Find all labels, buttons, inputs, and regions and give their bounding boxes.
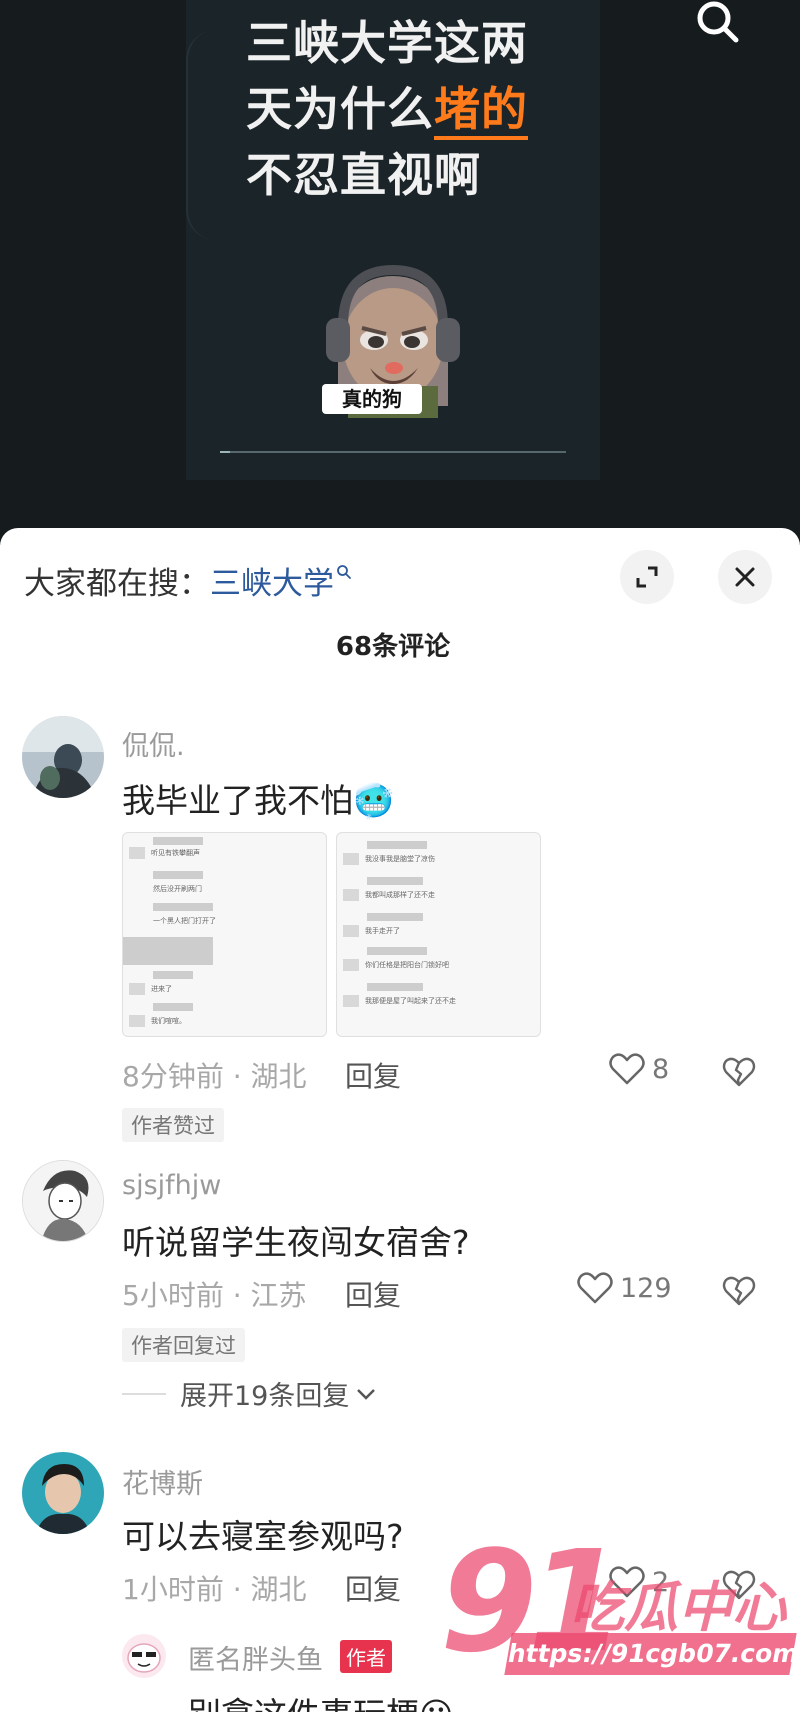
video-title: 三峡大学这两 天为什么堵的 不忍直视啊 <box>246 10 576 208</box>
like-count: 129 <box>620 1272 672 1304</box>
shot2-line5: 我那便是屋了叫起来了还不走 <box>365 997 456 1005</box>
shot1-line2: 然后没开刷两门 <box>153 885 202 893</box>
broken-heart-icon[interactable] <box>722 1056 756 1088</box>
comment-username[interactable]: 侃侃. <box>122 724 185 763</box>
comment-time-location: 5小时前 · 江苏 <box>122 1279 307 1312</box>
comment-time-location: 8分钟前 · 湖北 <box>122 1060 307 1093</box>
shot2-line4: 你们任格是把阳台门锁好吧 <box>365 961 449 969</box>
search-icon <box>697 1 739 43</box>
search-icon <box>337 564 351 579</box>
trending-prefix: 大家都在搜： <box>24 566 210 602</box>
expand-replies-label: 展开19条回复 <box>180 1381 350 1412</box>
author-replied-tag: 作者回复过 <box>122 1328 245 1362</box>
video-title-line2: 天为什么堵的 <box>246 76 576 142</box>
watermark-url: https://91cgb07.com <box>504 1633 800 1675</box>
reply-button[interactable]: 回复 <box>345 1568 401 1608</box>
chevron-down-icon <box>357 1388 376 1400</box>
video-decoration <box>186 30 246 240</box>
comment-count: 68条评论 <box>335 632 451 662</box>
reply-body: 别拿这件事玩梗 <box>188 1695 419 1712</box>
video-title-line1: 三峡大学这两 <box>246 16 528 70</box>
comment-text: 我毕业了我不怕🥶 <box>122 774 394 822</box>
like-button[interactable]: 129 <box>576 1271 672 1305</box>
comment-time-location: 1小时前 · 湖北 <box>122 1573 307 1606</box>
video-progress-bar[interactable] <box>220 451 566 453</box>
video-player[interactable]: 三峡大学这两 天为什么堵的 不忍直视啊 真的狗 <box>0 0 800 545</box>
shot2-line1: 我没事我是脑堂了凉伤 <box>365 855 435 863</box>
close-comments-button[interactable] <box>718 550 772 604</box>
broken-heart-icon[interactable] <box>722 1275 756 1307</box>
heart-icon <box>577 1272 613 1304</box>
like-count: 8 <box>652 1053 670 1085</box>
reply-button[interactable]: 回复 <box>345 1274 401 1314</box>
comment-username[interactable]: sjsjfhjw <box>122 1170 221 1201</box>
shot2-line2: 我都叫成那样了还不走 <box>365 891 435 899</box>
shot2-line3: 我手走开了 <box>365 927 400 935</box>
avatar[interactable] <box>22 1160 104 1242</box>
close-icon <box>735 567 755 587</box>
shot1-line5: 我们喧喧。 <box>151 1017 186 1025</box>
expand-icon <box>636 566 658 588</box>
reply-text: 别拿这件事玩梗😕 <box>188 1688 453 1712</box>
comment-text: 听说留学生夜闯女宿舍? <box>122 1223 470 1262</box>
comment-text: 可以去寝室参观吗? <box>122 1517 404 1556</box>
heart-icon <box>609 1053 645 1085</box>
confused-emoji: 😕 <box>419 1695 453 1712</box>
video-progress-fill <box>220 451 231 453</box>
search-button[interactable] <box>690 0 746 48</box>
shot1-line1: 听见有铁攀翻声 <box>151 849 200 857</box>
author-liked-tag: 作者赞过 <box>122 1108 224 1142</box>
video-title-line3: 不忍直视啊 <box>246 148 481 202</box>
comment-image-2[interactable]: 我没事我是脑堂了凉伤 我都叫成那样了还不走 我手走开了 你们任格是把阳台门锁好吧… <box>336 832 541 1037</box>
sticker-caption: 真的狗 <box>322 384 422 414</box>
watermark: 91 吃瓜中心 https://91cgb07.com <box>440 1533 800 1688</box>
avatar[interactable] <box>22 1452 104 1534</box>
video-title-line2-part1: 天为什么 <box>246 82 434 136</box>
shot1-line3: 一个黑人把门打开了 <box>153 917 216 925</box>
reply-button[interactable]: 回复 <box>345 1055 401 1095</box>
cold-face-emoji: 🥶 <box>353 781 395 820</box>
watermark-text: 吃瓜中心 <box>570 1576 786 1639</box>
trending-keyword[interactable]: 三峡大学 <box>210 558 334 603</box>
trending-search[interactable]: 大家都在搜： 三峡大学 <box>24 558 352 603</box>
reply-avatar[interactable] <box>122 1634 166 1678</box>
comment-image-1[interactable]: 听见有铁攀翻声 然后没开刷两门 一个黑人把门打开了 进来了 我们喧喧。 <box>122 832 327 1037</box>
shot1-line4: 进来了 <box>151 985 172 993</box>
expand-replies-button[interactable]: 展开19条回复 <box>122 1374 377 1413</box>
reply-username[interactable]: 匿名胖头鱼 <box>188 1638 323 1677</box>
comment-username[interactable]: 花博斯 <box>122 1462 203 1501</box>
video-title-highlight: 堵的 <box>434 82 528 140</box>
author-badge: 作者 <box>340 1640 392 1673</box>
divider <box>122 1392 166 1395</box>
comment-body: 我毕业了我不怕 <box>122 781 353 820</box>
avatar[interactable] <box>22 716 104 798</box>
expand-comments-button[interactable] <box>620 550 674 604</box>
like-button[interactable]: 8 <box>608 1052 669 1086</box>
